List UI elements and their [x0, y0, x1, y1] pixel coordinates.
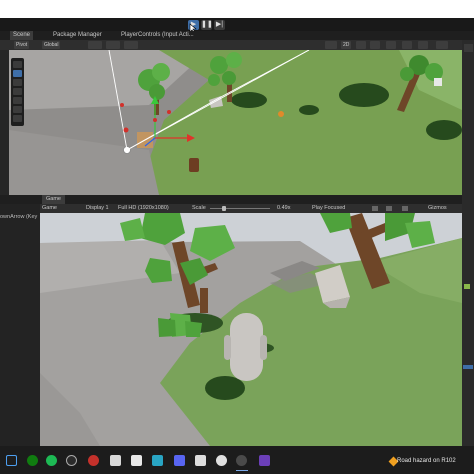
tab-game[interactable]: Game [42, 195, 65, 204]
stats-icon[interactable] [386, 206, 392, 211]
inspector-lock-icon[interactable] [464, 44, 473, 52]
notepad-icon[interactable] [110, 455, 121, 466]
steam-icon[interactable] [236, 455, 247, 466]
scale-tool-icon[interactable] [13, 88, 22, 95]
game-mode-dropdown[interactable]: Game [42, 204, 57, 213]
top-band [0, 0, 474, 18]
weather-notification[interactable]: Road hazard on R102 [397, 458, 456, 464]
transform-tool-icon[interactable] [13, 106, 22, 113]
step-button[interactable]: ▶| [214, 20, 225, 30]
rotate-tool-icon[interactable] [13, 79, 22, 86]
play-focused-dropdown[interactable]: Play Focused [312, 204, 345, 213]
snap-settings-icon[interactable] [124, 41, 138, 49]
paint-icon[interactable] [131, 455, 142, 466]
global-toggle[interactable]: Global [42, 41, 61, 49]
grid-snap-icon[interactable] [88, 41, 102, 49]
pivot-toggle[interactable]: Pivot [14, 41, 30, 49]
gizmos-dropdown-icon[interactable] [436, 41, 448, 49]
frame-debug-icon[interactable] [402, 206, 408, 211]
tab-scene[interactable]: Scene [10, 31, 34, 40]
scale-label: Scale [192, 205, 206, 211]
game-tab-bar [0, 195, 462, 204]
2d-toggle[interactable]: 2D [341, 41, 352, 49]
obs-icon[interactable] [216, 455, 227, 466]
lighting-toggle-icon[interactable] [356, 41, 366, 49]
unity-hub-icon[interactable] [152, 455, 163, 466]
inspector-panel [462, 40, 474, 446]
gizmos-toggle[interactable]: Gizmos [428, 204, 447, 213]
custom-tool-icon[interactable] [13, 115, 22, 122]
tab-package-manager[interactable]: Package Manager [50, 31, 105, 40]
camera-settings-icon[interactable] [418, 41, 428, 49]
effects-toggle-icon[interactable] [386, 41, 396, 49]
game-view[interactable] [40, 213, 462, 446]
snap-increment-icon[interactable] [106, 41, 120, 49]
mute-audio-icon[interactable] [372, 206, 378, 211]
opera-icon[interactable] [88, 455, 99, 466]
threads-icon[interactable] [66, 455, 77, 466]
rect-tool-icon[interactable] [13, 97, 22, 104]
discord-icon[interactable] [174, 455, 185, 466]
component-icon [464, 284, 470, 289]
scene-view[interactable] [9, 50, 462, 195]
hidden-objects-icon[interactable] [402, 41, 412, 49]
xbox-icon[interactable] [27, 455, 38, 466]
visual-studio-icon[interactable] [259, 455, 270, 466]
resolution-dropdown[interactable]: Full HD (1920x1080) [118, 204, 169, 213]
spotify-icon[interactable] [46, 455, 57, 466]
hierarchy-panel [0, 204, 40, 446]
active-app-indicator [236, 470, 248, 471]
pause-button[interactable]: ❚❚ [201, 20, 213, 30]
tab-player-controls[interactable]: PlayerControls (Input Acti... [118, 31, 197, 40]
scale-slider-track[interactable] [210, 208, 270, 209]
display-dropdown[interactable]: Display 1 [86, 204, 109, 213]
scene-left-strip [0, 50, 9, 195]
audio-toggle-icon[interactable] [370, 41, 380, 49]
scale-slider-handle[interactable] [222, 206, 226, 211]
play-mode-bar [0, 18, 474, 31]
draw-mode-icon[interactable] [325, 41, 337, 49]
inspector-highlight[interactable] [463, 365, 473, 369]
hierarchy-item[interactable]: ownArrow (Key [0, 213, 40, 222]
scale-value: 0.49x [277, 205, 291, 211]
hand-tool-icon[interactable] [13, 61, 22, 68]
move-tool-icon[interactable] [13, 70, 22, 77]
start-icon[interactable] [6, 455, 17, 466]
unity-icon[interactable] [195, 455, 206, 466]
